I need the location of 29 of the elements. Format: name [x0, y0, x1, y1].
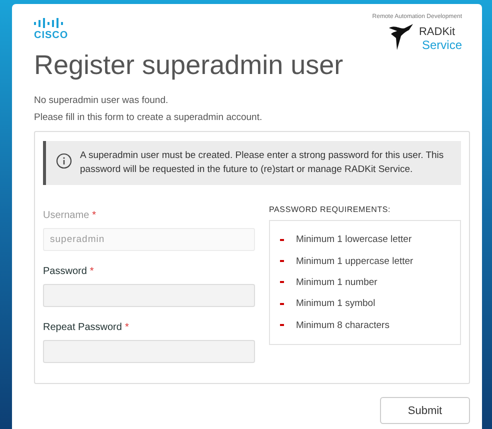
required-mark: * — [92, 210, 96, 221]
requirement-text: Minimum 1 symbol — [296, 298, 376, 310]
requirement-text: Minimum 1 number — [296, 276, 378, 288]
dash-icon — [280, 238, 284, 241]
required-mark: * — [90, 266, 94, 277]
requirement-text: Minimum 8 characters — [296, 320, 390, 331]
intro-text: No superadmin user was found. — [34, 95, 170, 106]
field-label: Repeat Password — [43, 322, 122, 333]
dash-icon — [280, 260, 284, 262]
input-field[interactable] — [43, 284, 255, 307]
notice-text: A superadmin user must be created. Please enter a strong password for this user. This password will be requested in the future to (re)start or manage RADKit Service. — [80, 149, 445, 177]
dash-icon — [280, 302, 284, 305]
submit-button[interactable]: Submit — [380, 397, 470, 424]
cisco-bars-icon — [34, 18, 66, 28]
input-field[interactable] — [43, 340, 255, 363]
field-label: Password — [43, 266, 87, 277]
product-name: RADKit — [418, 26, 456, 38]
dash-icon — [280, 324, 284, 326]
page-title: Register superadmin user — [34, 50, 344, 81]
requirements-title: PASSWORD REQUIREMENTS: — [269, 205, 392, 214]
requirement-text: Minimum 1 uppercase letter — [296, 256, 414, 267]
requirement-text: Minimum 1 lowercase letter — [296, 234, 412, 246]
field-label: Username — [43, 210, 90, 221]
info-icon — [56, 153, 72, 169]
cisco-wordmark: CISCO — [34, 30, 68, 41]
product-subtitle: Service — [422, 38, 462, 52]
intro-text: Please fill in this form to create a superadmin account. — [34, 112, 264, 123]
dash-icon — [280, 281, 284, 284]
required-mark: * — [124, 322, 129, 333]
